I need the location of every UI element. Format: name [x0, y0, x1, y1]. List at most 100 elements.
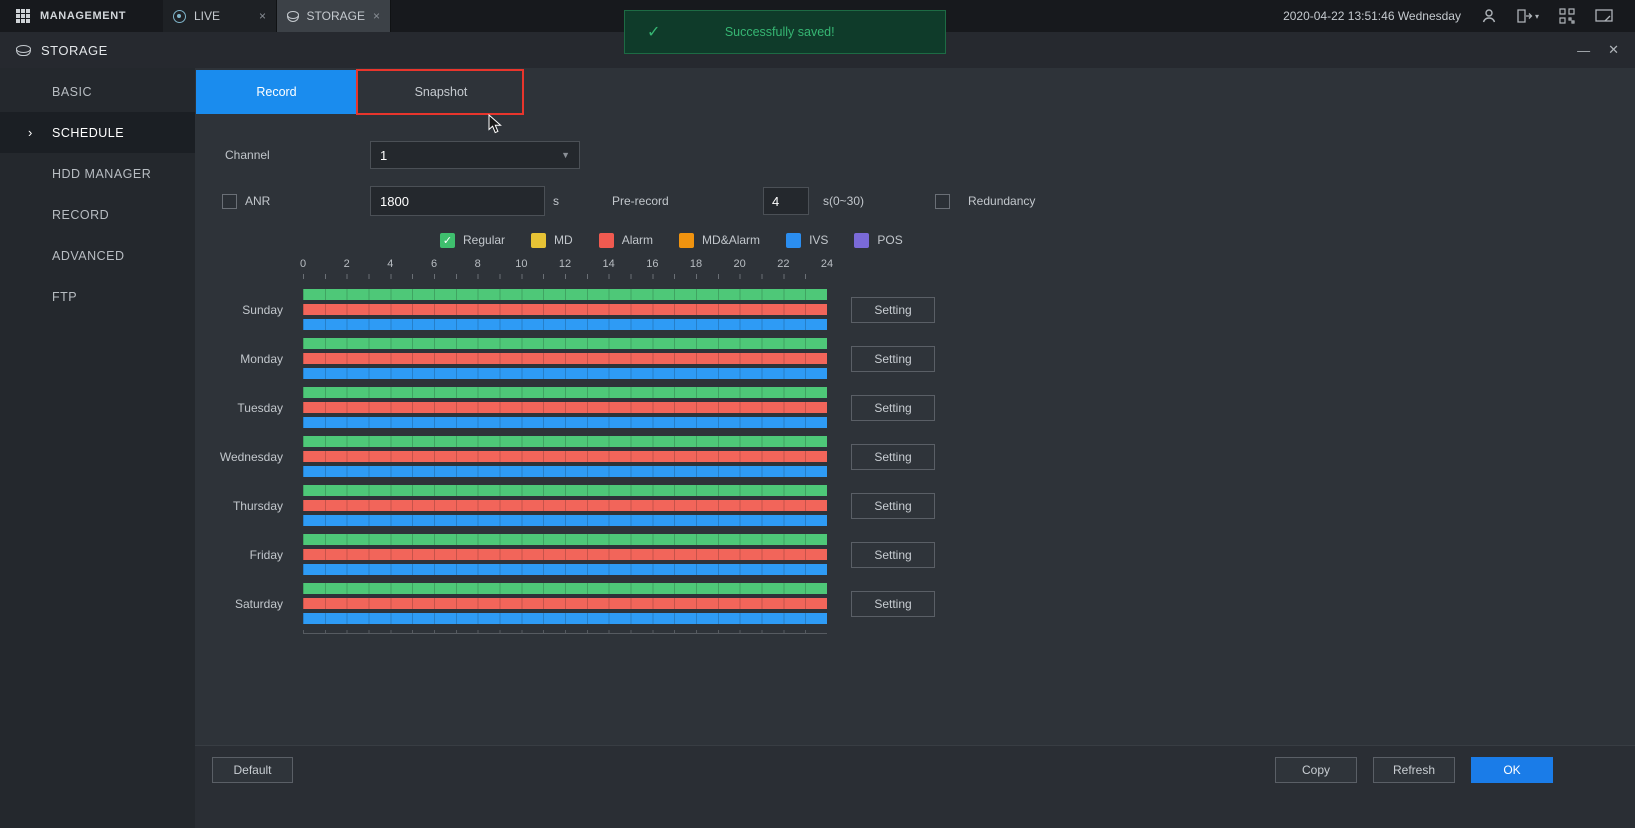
display-settings-icon[interactable]	[1595, 9, 1613, 24]
sidebar: BASIC › SCHEDULE HDD MANAGER RECORD ADVA…	[0, 68, 195, 828]
legend-regular[interactable]: Regular	[440, 233, 505, 248]
legend-ivs[interactable]: IVS	[786, 233, 828, 248]
toast-text: Successfully saved!	[674, 25, 945, 39]
alarm-bar[interactable]	[303, 353, 827, 364]
sidebar-item-ftp[interactable]: FTP	[0, 276, 195, 317]
pos-checkbox[interactable]	[854, 233, 869, 248]
ivs-bar[interactable]	[303, 613, 827, 624]
ivs-checkbox[interactable]	[786, 233, 801, 248]
logout-caret-icon: ▾	[1535, 12, 1539, 21]
chevron-down-icon: ▼	[561, 150, 570, 160]
md-checkbox[interactable]	[531, 233, 546, 248]
management-menu[interactable]: MANAGEMENT	[0, 0, 163, 32]
tab-live[interactable]: LIVE ×	[163, 0, 277, 32]
schedule-row-tuesday: Tuesday Setting	[195, 383, 935, 432]
alarm-bar[interactable]	[303, 402, 827, 413]
prerecord-label: Pre-record	[612, 194, 669, 208]
tab-live-close-icon[interactable]: ×	[259, 9, 266, 23]
default-button[interactable]: Default	[212, 757, 293, 783]
alarm-bar[interactable]	[303, 304, 827, 315]
tab-storage[interactable]: STORAGE ×	[277, 0, 391, 32]
user-icon[interactable]	[1481, 8, 1497, 24]
minimize-button[interactable]: —	[1577, 43, 1590, 58]
datetime-display: 2020-04-22 13:51:46 Wednesday	[1283, 9, 1461, 23]
timeline-ruler: 0 2 4 6 8 10 12 14 16 18 20 22 24	[303, 258, 827, 274]
alarm-bar[interactable]	[303, 598, 827, 609]
schedule-row-monday: Monday Setting	[195, 334, 935, 383]
regular-bar[interactable]	[303, 485, 827, 496]
regular-bar[interactable]	[303, 436, 827, 447]
schedule-row-friday: Friday Setting	[195, 530, 935, 579]
timeline-bars-friday[interactable]	[303, 534, 827, 575]
ok-button[interactable]: OK	[1471, 757, 1553, 783]
regular-bar[interactable]	[303, 338, 827, 349]
schedule-row-thursday: Thursday Setting	[195, 481, 935, 530]
regular-bar[interactable]	[303, 289, 827, 300]
regular-bar[interactable]	[303, 387, 827, 398]
regular-bar[interactable]	[303, 583, 827, 594]
legend-md-alarm[interactable]: MD&Alarm	[679, 233, 760, 248]
timeline-bars-thursday[interactable]	[303, 485, 827, 526]
timeline-bars-saturday[interactable]	[303, 583, 827, 624]
setting-button-tuesday[interactable]: Setting	[851, 395, 935, 421]
anr-label: ANR	[245, 194, 270, 208]
prerecord-input[interactable]	[763, 187, 809, 215]
ivs-bar[interactable]	[303, 417, 827, 428]
ivs-bar[interactable]	[303, 319, 827, 330]
setting-button-thursday[interactable]: Setting	[851, 493, 935, 519]
sidebar-item-advanced[interactable]: ADVANCED	[0, 235, 195, 276]
anr-input[interactable]	[370, 186, 545, 216]
sidebar-item-basic[interactable]: BASIC	[0, 71, 195, 112]
legend-md[interactable]: MD	[531, 233, 573, 248]
setting-button-monday[interactable]: Setting	[851, 346, 935, 372]
regular-checkbox[interactable]	[440, 233, 455, 248]
ivs-bar[interactable]	[303, 564, 827, 575]
timeline-bars-wednesday[interactable]	[303, 436, 827, 477]
chevron-right-icon: ›	[28, 125, 33, 140]
footer-bar: Default Copy Refresh OK	[195, 745, 1635, 828]
legend-alarm[interactable]: Alarm	[599, 233, 653, 248]
tab-live-label: LIVE	[194, 9, 251, 23]
sidebar-item-schedule[interactable]: › SCHEDULE	[0, 112, 195, 153]
alarm-checkbox[interactable]	[599, 233, 614, 248]
tab-record[interactable]: Record	[196, 70, 357, 114]
ivs-bar[interactable]	[303, 466, 827, 477]
logout-icon[interactable]: ▾	[1517, 9, 1539, 23]
anr-checkbox[interactable]	[222, 194, 237, 209]
md-alarm-checkbox[interactable]	[679, 233, 694, 248]
legend-pos[interactable]: POS	[854, 233, 902, 248]
schedule-grid: 0 2 4 6 8 10 12 14 16 18 20 22 24 Sunday…	[195, 258, 935, 634]
ivs-bar[interactable]	[303, 368, 827, 379]
schedule-row-wednesday: Wednesday Setting	[195, 432, 935, 481]
refresh-button[interactable]: Refresh	[1373, 757, 1455, 783]
regular-bar[interactable]	[303, 534, 827, 545]
channel-label: Channel	[225, 141, 270, 169]
timeline-bars-sunday[interactable]	[303, 289, 827, 330]
anr-unit: s	[553, 194, 559, 208]
schedule-row-saturday: Saturday Setting	[195, 579, 935, 628]
setting-button-friday[interactable]: Setting	[851, 542, 935, 568]
timeline-bars-tuesday[interactable]	[303, 387, 827, 428]
alarm-bar[interactable]	[303, 500, 827, 511]
redundancy-checkbox[interactable]	[935, 194, 950, 209]
setting-button-saturday[interactable]: Setting	[851, 591, 935, 617]
tab-storage-close-icon[interactable]: ×	[373, 9, 380, 23]
sidebar-item-record[interactable]: RECORD	[0, 194, 195, 235]
tab-storage-label: STORAGE	[307, 9, 365, 23]
alarm-bar[interactable]	[303, 549, 827, 560]
storage-window-icon	[16, 45, 31, 56]
storage-icon	[287, 11, 299, 22]
check-icon: ✓	[647, 22, 660, 42]
timeline-bars-monday[interactable]	[303, 338, 827, 379]
close-button[interactable]: ✕	[1608, 42, 1619, 58]
prerecord-unit: s(0~30)	[823, 194, 864, 208]
tab-snapshot[interactable]: Snapshot	[358, 70, 524, 114]
sidebar-item-hdd-manager[interactable]: HDD MANAGER	[0, 153, 195, 194]
channel-select[interactable]: 1 ▼	[370, 141, 580, 169]
copy-button[interactable]: Copy	[1275, 757, 1357, 783]
ivs-bar[interactable]	[303, 515, 827, 526]
setting-button-wednesday[interactable]: Setting	[851, 444, 935, 470]
qr-code-icon[interactable]	[1559, 8, 1575, 24]
setting-button-sunday[interactable]: Setting	[851, 297, 935, 323]
alarm-bar[interactable]	[303, 451, 827, 462]
